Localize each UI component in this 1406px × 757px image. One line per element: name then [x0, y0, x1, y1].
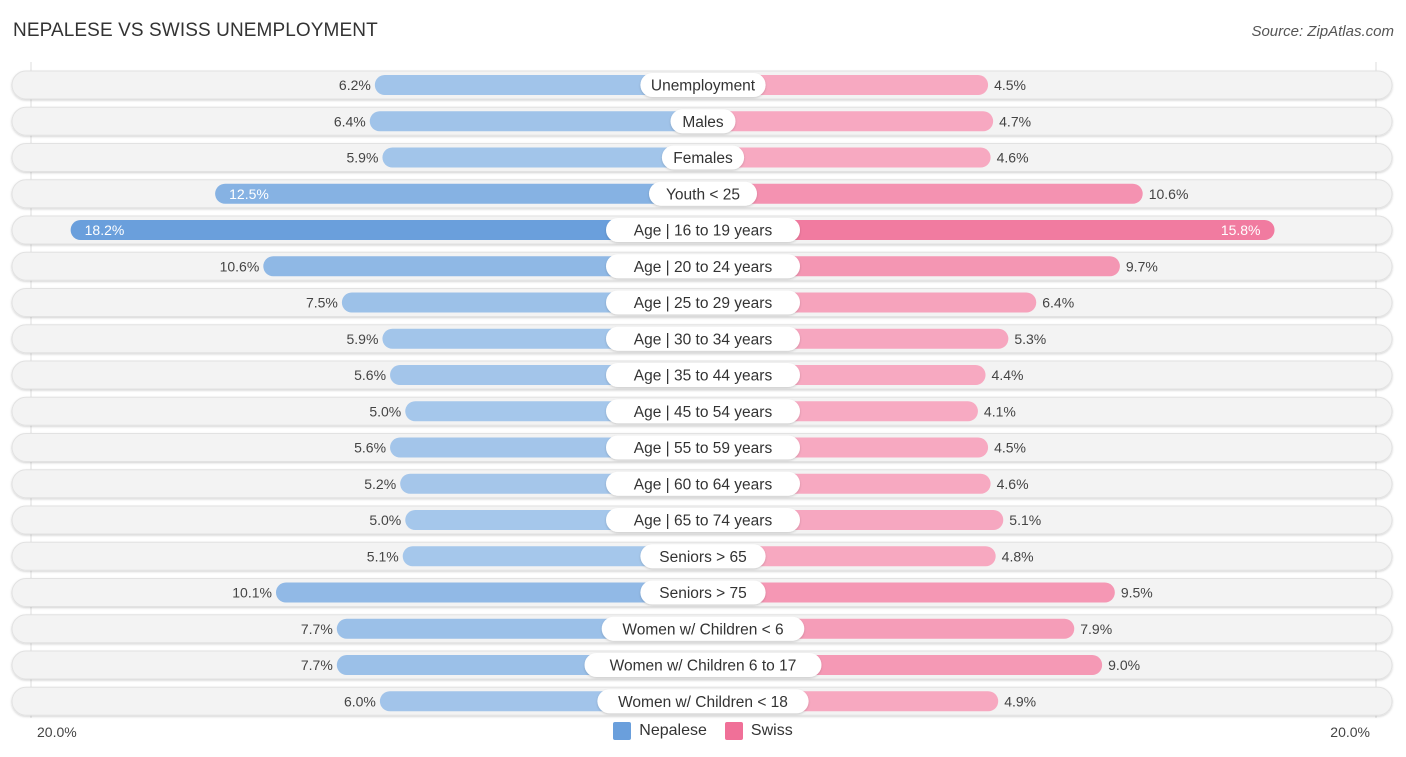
category-label: Youth < 25 [666, 186, 740, 203]
value-label-swiss: 4.7% [999, 113, 1031, 129]
chart-area: 6.2% 4.5% Unemployment 6.4% 4.7% Males 5.9% 4.6… [11, 62, 1393, 718]
value-label-nepalese: 5.0% [369, 403, 401, 419]
category-label: Age | 55 to 59 years [634, 440, 773, 457]
category-label: Age | 16 to 19 years [634, 223, 773, 240]
value-label-nepalese: 5.1% [367, 548, 399, 564]
category-label: Age | 30 to 34 years [634, 331, 773, 348]
value-label-nepalese: 6.0% [344, 693, 376, 709]
legend-swatch-nepalese [613, 722, 632, 740]
value-label-nepalese: 5.9% [347, 331, 379, 347]
category-label: Age | 35 to 44 years [634, 368, 773, 385]
value-label-nepalese: 7.7% [301, 621, 333, 637]
category-label: Age | 45 to 54 years [634, 404, 773, 421]
legend-item-swiss: Swiss [724, 722, 793, 740]
value-label-swiss: 9.7% [1126, 258, 1158, 274]
category-label: Women w/ Children < 6 [622, 621, 783, 638]
value-label-nepalese: 5.6% [354, 367, 386, 383]
value-label-nepalese: 7.5% [306, 295, 338, 311]
bar-swiss [703, 183, 1143, 204]
value-label-nepalese: 5.6% [354, 440, 386, 456]
value-label-nepalese: 5.9% [347, 150, 379, 166]
value-label-swiss: 9.5% [1121, 585, 1153, 601]
value-label-swiss: 4.5% [994, 440, 1026, 456]
legend-label-swiss: Swiss [750, 722, 793, 739]
legend-swatch-swiss [724, 722, 743, 740]
category-label: Females [673, 150, 733, 167]
value-label-swiss: 10.6% [1149, 186, 1189, 202]
value-label-nepalese: 12.5% [229, 186, 269, 202]
bar-swiss [703, 111, 994, 132]
legend: Nepalese Swiss [0, 722, 1406, 740]
value-label-nepalese: 10.1% [232, 585, 272, 601]
value-label-swiss: 5.3% [1014, 331, 1046, 347]
category-label: Women w/ Children < 18 [618, 694, 788, 711]
value-label-swiss: 9.0% [1108, 657, 1140, 673]
value-label-nepalese: 5.2% [364, 476, 396, 492]
value-label-swiss: 4.4% [992, 367, 1024, 383]
legend-item-nepalese: Nepalese [613, 722, 707, 740]
value-label-swiss: 15.8% [1221, 222, 1261, 238]
legend-label-nepalese: Nepalese [639, 722, 707, 739]
bar-nepalese [275, 582, 703, 603]
value-label-nepalese: 6.4% [334, 113, 366, 129]
value-label-swiss: 4.1% [984, 403, 1016, 419]
category-label: Unemployment [651, 78, 756, 95]
value-label-nepalese: 7.7% [301, 657, 333, 673]
category-label: Seniors > 75 [659, 585, 746, 602]
value-label-swiss: 4.9% [1004, 693, 1036, 709]
value-label-swiss: 6.4% [1042, 295, 1074, 311]
value-label-swiss: 4.6% [997, 476, 1029, 492]
bar-nepalese [382, 147, 703, 168]
value-label-nepalese: 6.2% [339, 77, 371, 93]
value-label-swiss: 4.8% [1002, 548, 1034, 564]
category-label: Women w/ Children 6 to 17 [610, 658, 797, 675]
value-label-swiss: 4.6% [997, 150, 1029, 166]
value-label-swiss: 4.5% [994, 77, 1026, 93]
category-label: Seniors > 65 [659, 549, 746, 566]
value-label-nepalese: 18.2% [85, 222, 125, 238]
bar-swiss [703, 147, 991, 168]
value-label-swiss: 7.9% [1080, 621, 1112, 637]
category-label: Age | 60 to 64 years [634, 476, 773, 493]
value-label-nepalese: 5.0% [369, 512, 401, 528]
category-label: Age | 65 to 74 years [634, 513, 773, 530]
category-label: Age | 25 to 29 years [634, 295, 773, 312]
value-label-swiss: 5.1% [1009, 512, 1041, 528]
category-label: Age | 20 to 24 years [634, 259, 773, 276]
bar-nepalese [215, 183, 703, 204]
value-label-nepalese: 10.6% [220, 258, 260, 274]
bar-nepalese [369, 111, 703, 132]
category-label: Males [682, 114, 724, 131]
